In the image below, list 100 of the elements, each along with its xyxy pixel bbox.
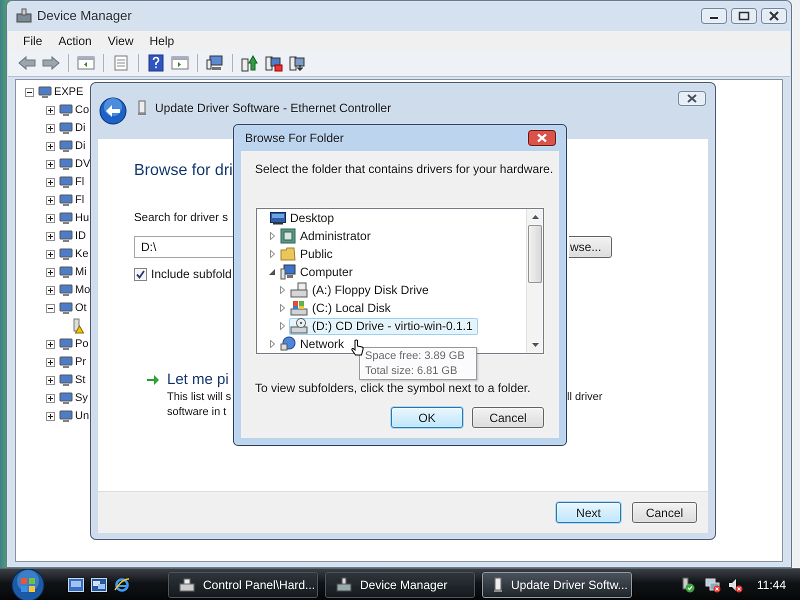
device-icon[interactable]	[58, 192, 74, 208]
default-button[interactable]: OK	[391, 407, 463, 428]
tree-item[interactable]: Public	[279, 246, 338, 262]
close-button[interactable]	[678, 91, 706, 106]
expand-icon[interactable]	[46, 214, 55, 222]
device-ok-icon[interactable]	[680, 576, 695, 592]
device-icon[interactable]	[58, 120, 74, 136]
default-button[interactable]: Next	[556, 502, 621, 523]
show-desktop-icon[interactable]	[68, 578, 84, 592]
scroll-thumb[interactable]	[528, 225, 542, 283]
device-icon[interactable]	[58, 264, 74, 280]
tree-item[interactable]: Ot	[75, 301, 87, 315]
expand-icon[interactable]	[46, 412, 55, 420]
tree-item[interactable]: Sy	[75, 391, 88, 405]
volume-muted-icon[interactable]	[726, 576, 743, 592]
expand-icon[interactable]	[46, 250, 55, 258]
expand-icon[interactable]	[46, 358, 55, 366]
collapse-icon[interactable]	[46, 304, 55, 312]
scroll-up-icon[interactable]	[530, 214, 540, 220]
device-icon[interactable]	[58, 174, 74, 190]
device-icon[interactable]	[58, 372, 74, 388]
tree-item[interactable]: Computer	[279, 264, 358, 280]
tree-item[interactable]: Mo	[75, 283, 90, 297]
tree-item[interactable]: Ke	[75, 247, 88, 261]
browser-icon[interactable]	[114, 576, 130, 592]
window-pane-icon[interactable]	[171, 55, 189, 71]
tree-item[interactable]: EXPE	[54, 85, 84, 99]
tree-item[interactable]: Un	[75, 409, 90, 423]
back-button[interactable]	[99, 97, 127, 125]
device-icon[interactable]	[58, 336, 74, 352]
clock[interactable]: 11:44	[756, 576, 786, 594]
tree-item[interactable]: Fl	[75, 175, 84, 189]
expand-icon[interactable]	[46, 124, 55, 132]
tree-item[interactable]: Network	[279, 336, 350, 352]
tree-item[interactable]: (A:) Floppy Disk Drive	[289, 282, 434, 298]
network-disconnected-icon[interactable]	[704, 576, 721, 592]
button[interactable]: Cancel	[472, 407, 544, 428]
scrollbar[interactable]	[526, 209, 543, 353]
tree-item[interactable]: Pr	[75, 355, 86, 369]
expand-icon[interactable]	[46, 142, 55, 150]
expand-icon[interactable]	[46, 340, 55, 348]
uninstall-device-icon[interactable]	[289, 54, 307, 72]
document-icon[interactable]	[112, 55, 130, 71]
scroll-down-icon[interactable]	[530, 342, 540, 348]
device-icon[interactable]	[58, 390, 74, 406]
close-button[interactable]	[761, 8, 787, 24]
button[interactable]: Cancel	[632, 502, 697, 523]
device-icon[interactable]	[58, 138, 74, 154]
close-button[interactable]	[528, 130, 556, 146]
warning-device-icon[interactable]	[73, 318, 84, 334]
device-icon[interactable]	[58, 228, 74, 244]
taskbar-button[interactable]: Device Manager	[325, 572, 475, 598]
expand-icon[interactable]	[46, 196, 55, 204]
tree-item[interactable]: Di	[75, 139, 86, 153]
device-icon[interactable]	[37, 84, 53, 100]
collapse-icon[interactable]	[25, 88, 34, 96]
device-icon[interactable]	[58, 282, 74, 298]
device-icon[interactable]	[58, 156, 74, 172]
tree-item[interactable]: Desktop	[269, 210, 340, 226]
tree-item[interactable]: DV	[75, 157, 90, 171]
tree-item[interactable]: Di	[75, 121, 86, 135]
checkbox[interactable]	[134, 268, 147, 280]
menu-item[interactable]: Help	[144, 32, 180, 50]
option-link[interactable]: Let me pi	[167, 371, 229, 389]
expand-icon[interactable]	[46, 232, 55, 240]
maximize-button[interactable]	[731, 8, 757, 24]
tree-item[interactable]: Mi	[75, 265, 87, 279]
device-icon[interactable]	[58, 246, 74, 262]
menu-item[interactable]: View	[102, 32, 140, 50]
forward-arrow-icon[interactable]	[42, 55, 60, 71]
expand-icon[interactable]	[46, 268, 55, 276]
tree-item[interactable]: (D:) CD Drive - virtio-win-0.1.1	[289, 318, 478, 334]
expand-icon[interactable]	[46, 106, 55, 114]
tree-item[interactable]: Hu	[75, 211, 90, 225]
expand-icon[interactable]	[46, 394, 55, 402]
device-icon[interactable]	[58, 300, 74, 316]
device-icon[interactable]	[58, 210, 74, 226]
expand-icon[interactable]	[46, 376, 55, 384]
help-icon[interactable]	[147, 54, 165, 72]
tree-item[interactable]: Co	[75, 103, 90, 117]
disable-device-icon[interactable]	[265, 54, 283, 72]
taskbar-button[interactable]: Control Panel\Hard...	[168, 572, 318, 598]
tree-item[interactable]: (C:) Local Disk	[289, 300, 396, 316]
tree-item[interactable]: St	[75, 373, 86, 387]
switch-windows-icon[interactable]	[91, 578, 107, 592]
tree-item[interactable]: ID	[75, 229, 86, 243]
browse-button[interactable]: wse...	[569, 236, 612, 258]
computer-icon[interactable]	[206, 54, 224, 72]
menu-item[interactable]: Action	[52, 32, 98, 50]
expand-icon[interactable]	[46, 178, 55, 186]
menu-item[interactable]: File	[17, 32, 48, 50]
update-arrow-icon[interactable]	[241, 54, 259, 72]
device-icon[interactable]	[58, 102, 74, 118]
tree-item[interactable]: Administrator	[279, 228, 376, 244]
device-icon[interactable]	[58, 354, 74, 370]
tree-item[interactable]: Fl	[75, 193, 84, 207]
tree-item[interactable]: Po	[75, 337, 88, 351]
back-arrow-icon[interactable]	[18, 55, 36, 71]
device-icon[interactable]	[58, 408, 74, 424]
expand-icon[interactable]	[46, 160, 55, 168]
